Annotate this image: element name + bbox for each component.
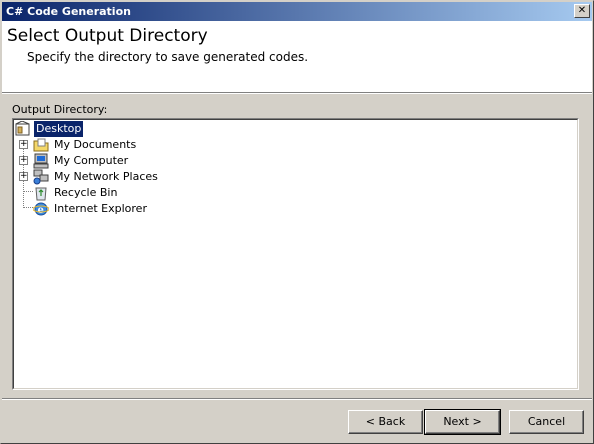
wizard-header: Select Output Directory Specify the dire… xyxy=(2,21,592,92)
cancel-button[interactable]: Cancel xyxy=(509,410,584,434)
footer-divider xyxy=(2,398,592,400)
title-bar[interactable]: C# Code Generation ✕ xyxy=(2,2,592,21)
tree-item-label: My Computer xyxy=(54,154,129,167)
back-button[interactable]: < Back xyxy=(348,410,423,434)
close-button[interactable]: ✕ xyxy=(574,4,590,18)
next-button[interactable]: Next > xyxy=(424,409,501,435)
expand-toggle[interactable]: + xyxy=(19,172,28,181)
directory-tree[interactable]: Desktop + My Documents + My Computer + M… xyxy=(12,118,579,390)
header-divider xyxy=(2,92,592,94)
tree-item-label: Recycle Bin xyxy=(54,186,118,199)
tree-item-label: Internet Explorer xyxy=(54,202,147,215)
page-title: Select Output Directory xyxy=(7,26,208,46)
dialog-window: C# Code Generation ✕ Select Output Direc… xyxy=(0,0,594,444)
computer-icon xyxy=(33,153,49,169)
output-directory-label: Output Directory: xyxy=(12,103,108,116)
expand-toggle[interactable]: + xyxy=(19,140,28,149)
desktop-icon xyxy=(15,121,30,136)
tree-item-label: My Documents xyxy=(54,138,137,151)
recycle-bin-icon xyxy=(35,187,47,201)
tree-line xyxy=(23,191,33,192)
tree-item-label: Desktop xyxy=(32,120,85,138)
tree-item-label: My Network Places xyxy=(54,170,158,183)
window-title: C# Code Generation xyxy=(6,5,131,18)
page-description: Specify the directory to save generated … xyxy=(27,50,309,64)
internet-explorer-icon: e xyxy=(33,202,49,216)
expand-toggle[interactable]: + xyxy=(19,156,28,165)
close-icon: ✕ xyxy=(577,5,587,16)
folder-documents-icon xyxy=(33,138,49,152)
network-places-icon xyxy=(33,169,49,185)
tree-line xyxy=(23,207,33,208)
